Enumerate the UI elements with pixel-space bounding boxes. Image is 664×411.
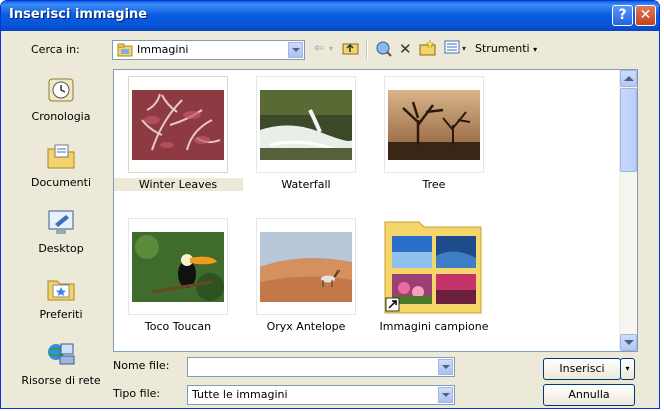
toolbar: Cerca in: Immagini ⇐ ▾ ✕ ▾ Strumenti ▾ [1, 31, 659, 67]
filetype-select[interactable]: Tutte le immagini [187, 385, 455, 405]
file-label[interactable]: Toco Toucan [114, 320, 243, 333]
places-label: Desktop [38, 242, 84, 255]
question-mark-icon: ? [618, 7, 627, 23]
favorites-folder-icon [46, 274, 76, 302]
oryx-image [260, 232, 352, 302]
chevron-up-icon [624, 76, 634, 81]
dialog-title: Inserisci immagine [9, 7, 148, 22]
chevron-down-icon[interactable] [438, 359, 453, 375]
filetype-value: Tutte le immagini [192, 388, 288, 401]
places-label: Documenti [30, 176, 92, 189]
places-documents[interactable]: Documenti [13, 134, 109, 200]
network-icon [46, 340, 76, 368]
look-in-label: Cerca in: [31, 43, 80, 56]
file-label[interactable]: Waterfall [241, 178, 371, 191]
desktop-icon [46, 208, 76, 236]
documents-folder-icon [46, 142, 76, 170]
back-dropdown-icon[interactable]: ▾ [329, 40, 333, 58]
file-thumb-toco-toucan[interactable] [128, 218, 228, 315]
file-thumb-tree[interactable] [384, 76, 484, 173]
scroll-down-button[interactable] [620, 334, 637, 351]
toolbar-separator [366, 39, 368, 59]
winter-leaves-image [132, 90, 224, 160]
delete-icon[interactable]: ✕ [399, 40, 412, 58]
file-thumb-sample-pictures-folder[interactable] [384, 218, 484, 315]
tree-image [388, 90, 480, 160]
places-favorites[interactable]: Preferiti [13, 266, 109, 332]
insert-options-button[interactable]: ▾ [620, 358, 635, 380]
file-label[interactable]: Tree [369, 178, 499, 191]
file-thumb-waterfall[interactable] [256, 76, 356, 173]
title-bar: Inserisci immagine ? ✕ [1, 1, 659, 31]
vertical-scrollbar[interactable] [619, 70, 637, 351]
history-icon [46, 76, 76, 104]
chevron-down-icon: ▾ [625, 364, 630, 373]
up-folder-icon[interactable] [342, 40, 360, 58]
scroll-up-button[interactable] [620, 70, 637, 87]
places-label: Preferiti [39, 308, 83, 321]
file-label[interactable]: Immagini campione [369, 320, 499, 333]
filetype-label: Tipo file: [113, 387, 161, 400]
waterfall-image [260, 90, 352, 160]
close-icon: ✕ [639, 7, 652, 23]
file-thumb-winter-leaves[interactable] [128, 76, 228, 173]
insert-picture-dialog: Inserisci immagine ? ✕ Cerca in: Immagin… [0, 0, 660, 409]
cancel-button[interactable]: Annulla [543, 384, 635, 406]
folder-icon [117, 43, 133, 57]
search-web-icon[interactable] [375, 40, 393, 58]
folder-icon [384, 221, 482, 314]
chevron-down-icon [624, 340, 634, 345]
places-network[interactable]: Risorse di rete [13, 332, 109, 398]
filename-input[interactable] [187, 357, 455, 377]
scroll-thumb[interactable] [620, 88, 637, 172]
places-label: Risorse di rete [21, 374, 101, 387]
toucan-image [132, 232, 224, 302]
places-desktop[interactable]: Desktop [13, 200, 109, 266]
places-label: Cronologia [31, 110, 91, 123]
views-dropdown-icon[interactable]: ▾ [462, 40, 466, 58]
tools-menu[interactable]: Strumenti ▾ [475, 40, 537, 58]
look-in-value: Immagini [137, 43, 189, 56]
filename-label: Nome file: [113, 359, 170, 372]
places-history[interactable]: Cronologia [13, 68, 109, 134]
chevron-down-icon[interactable] [438, 387, 453, 403]
tools-dropdown-icon: ▾ [533, 45, 538, 54]
insert-button[interactable]: Inserisci [543, 358, 621, 380]
chevron-down-icon[interactable] [288, 42, 303, 58]
file-label[interactable]: Winter Leaves [114, 178, 243, 191]
close-button[interactable]: ✕ [635, 5, 656, 26]
file-browser[interactable]: Winter Leaves Waterfall Tree Toco Toucan… [113, 69, 638, 352]
back-icon[interactable]: ⇐ [314, 40, 325, 58]
help-button[interactable]: ? [612, 5, 633, 26]
file-label[interactable]: Oryx Antelope [241, 320, 371, 333]
look-in-select[interactable]: Immagini [112, 40, 305, 60]
file-thumb-oryx-antelope[interactable] [256, 218, 356, 315]
places-bar: Cronologia Documenti Desktop Preferiti Risor… [13, 68, 109, 404]
views-icon[interactable] [444, 40, 460, 58]
new-folder-icon[interactable] [419, 39, 437, 58]
